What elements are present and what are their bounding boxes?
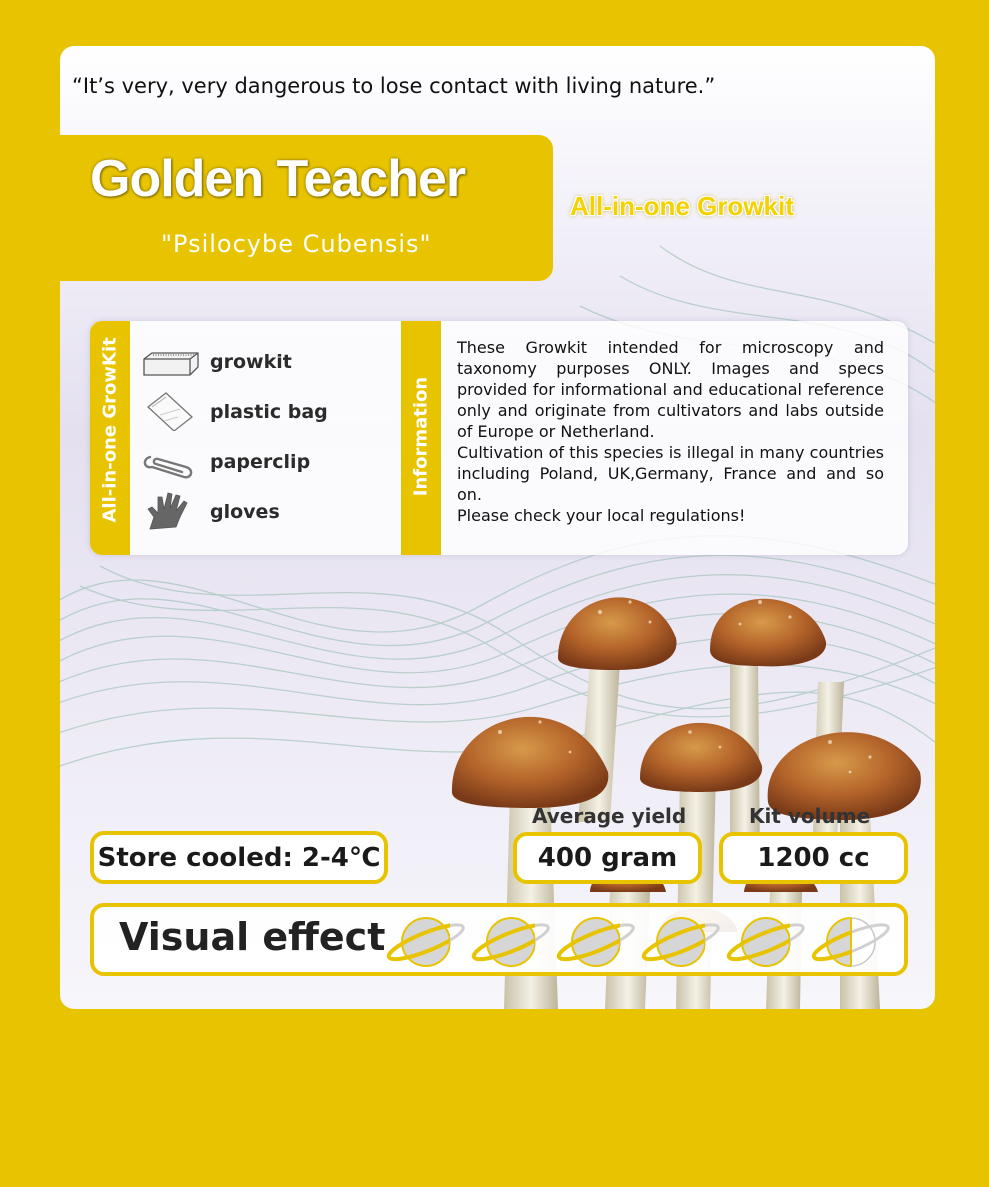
kit-item-growkit: growkit <box>140 343 390 383</box>
visual-effect-box: Visual effect <box>90 903 908 976</box>
title-banner: Golden Teacher "Psilocybe Cubensis" <box>60 135 553 281</box>
kit-item-plastic-bag: plastic bag <box>140 392 390 433</box>
planet-rating-icon <box>471 917 550 967</box>
yield-label: Average yield <box>532 804 687 828</box>
kit-heading: All-in-one GrowKit <box>99 337 121 523</box>
paperclip-icon <box>143 455 193 479</box>
product-title: Golden Teacher <box>90 150 466 208</box>
planet-rating-icon <box>386 917 465 967</box>
info-paragraph: These Growkit intended for microscopy an… <box>457 338 884 441</box>
planet-rating-icon <box>811 917 890 967</box>
info-text: These Growkit intended for microscopy an… <box>457 337 884 526</box>
visual-effect-rating <box>386 917 890 967</box>
product-tagline: All-in-one Growkit <box>570 191 794 221</box>
info-heading: Information <box>410 376 432 497</box>
planet-rating-icon <box>556 917 635 967</box>
bag-icon <box>146 392 194 431</box>
planet-rating-icon <box>641 917 720 967</box>
yield-value: 400 gram <box>513 832 702 884</box>
visual-effect-label: Visual effect <box>119 915 386 959</box>
kit-item-gloves: gloves <box>140 492 390 533</box>
product-card: “It’s very, very dangerous to lose conta… <box>60 46 935 1009</box>
kit-strip: All-in-one GrowKit <box>90 321 130 555</box>
kit-panel: All-in-one GrowKit growkit plastic bag p… <box>90 321 908 555</box>
kit-item-label: plastic bag <box>210 401 328 423</box>
volume-value: 1200 cc <box>719 832 908 884</box>
info-paragraph: Cultivation of this species is illegal i… <box>457 443 884 504</box>
planet-rating-icon <box>726 917 805 967</box>
kit-item-label: gloves <box>210 501 280 523</box>
kit-item-paperclip: paperclip <box>140 443 390 483</box>
kit-item-label: growkit <box>210 351 292 373</box>
volume-label: Kit volume <box>749 804 871 828</box>
kit-item-label: paperclip <box>210 451 311 473</box>
product-subtitle: "Psilocybe Cubensis" <box>161 230 432 258</box>
info-paragraph: Please check your local regulations! <box>457 506 746 525</box>
info-strip: Information <box>401 321 441 555</box>
glove-icon <box>147 492 188 530</box>
storage-badge: Store cooled: 2-4℃ <box>90 831 388 884</box>
quote-text: “It’s very, very dangerous to lose conta… <box>72 74 716 98</box>
box-icon <box>143 352 199 376</box>
